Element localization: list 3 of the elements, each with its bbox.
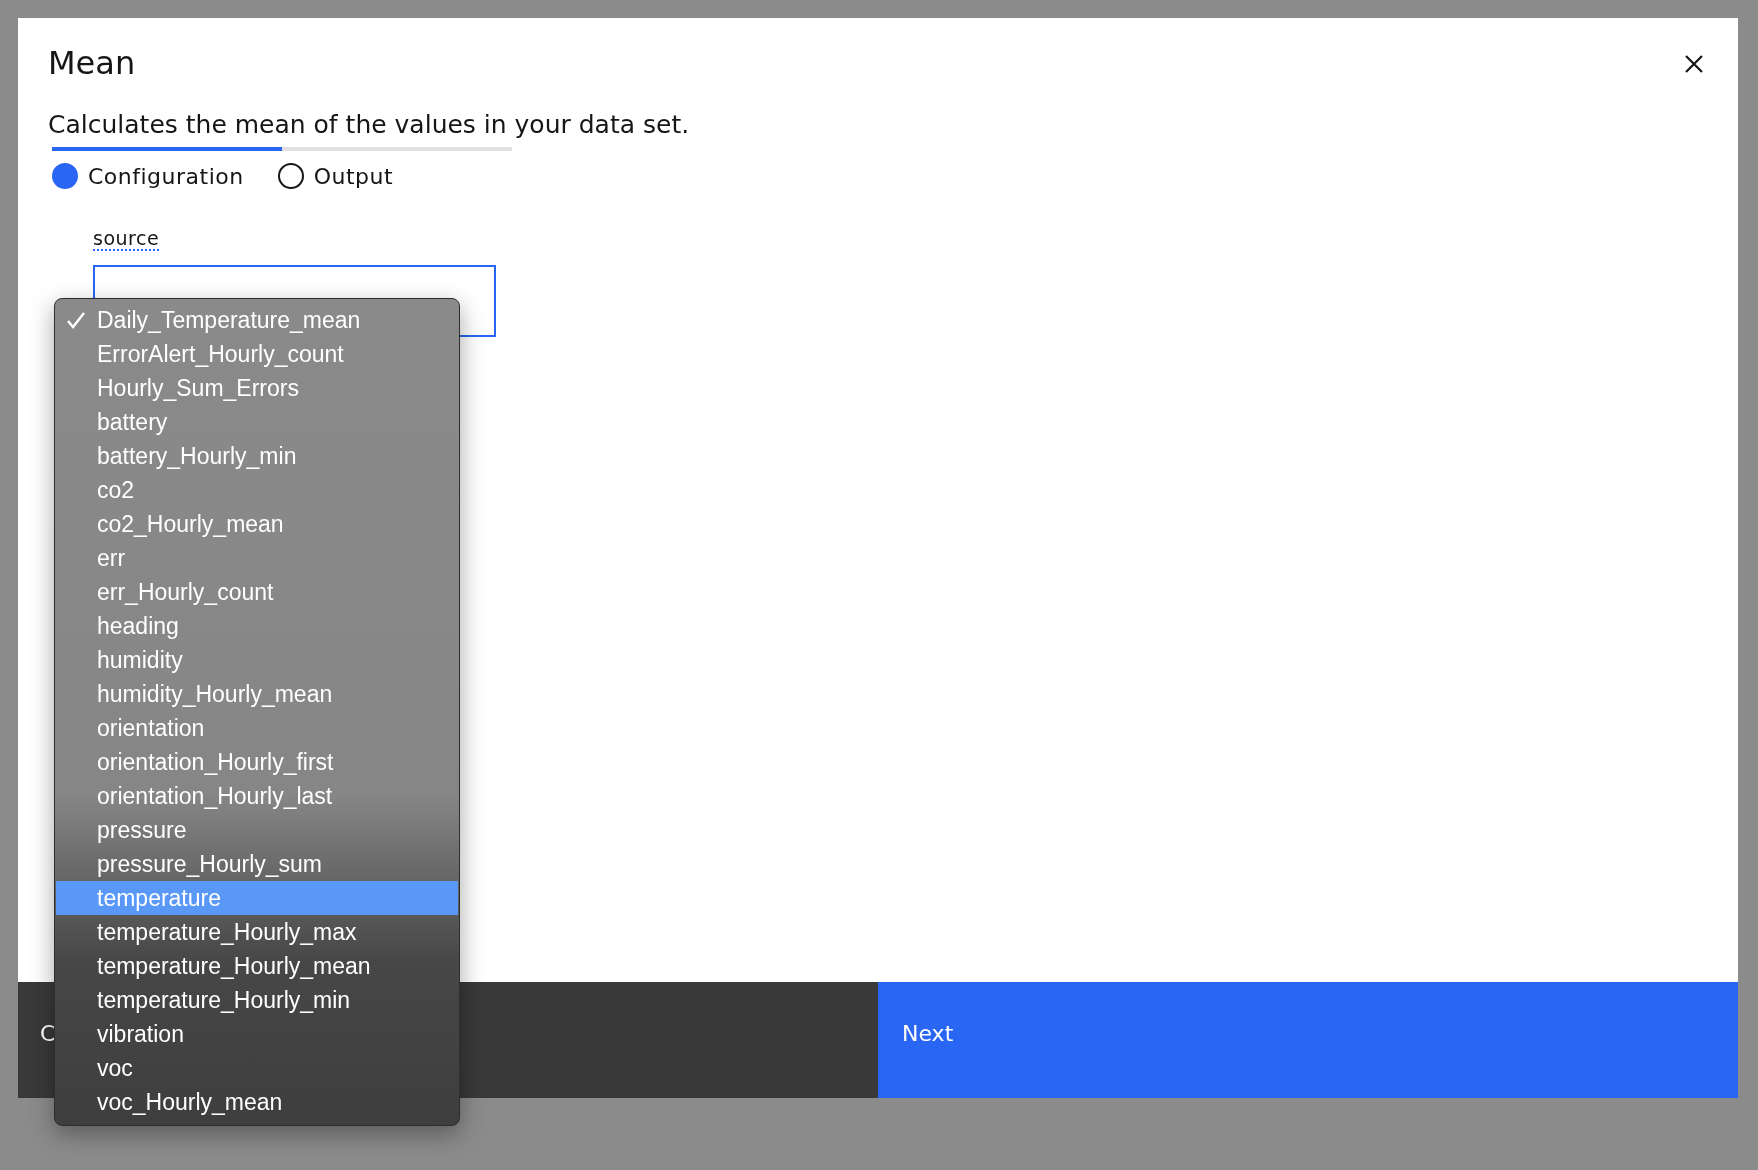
dialog-description: Calculates the mean of the values in your data set. xyxy=(48,110,691,139)
dialog-title: Mean xyxy=(48,44,136,82)
field-label: source xyxy=(93,227,160,251)
